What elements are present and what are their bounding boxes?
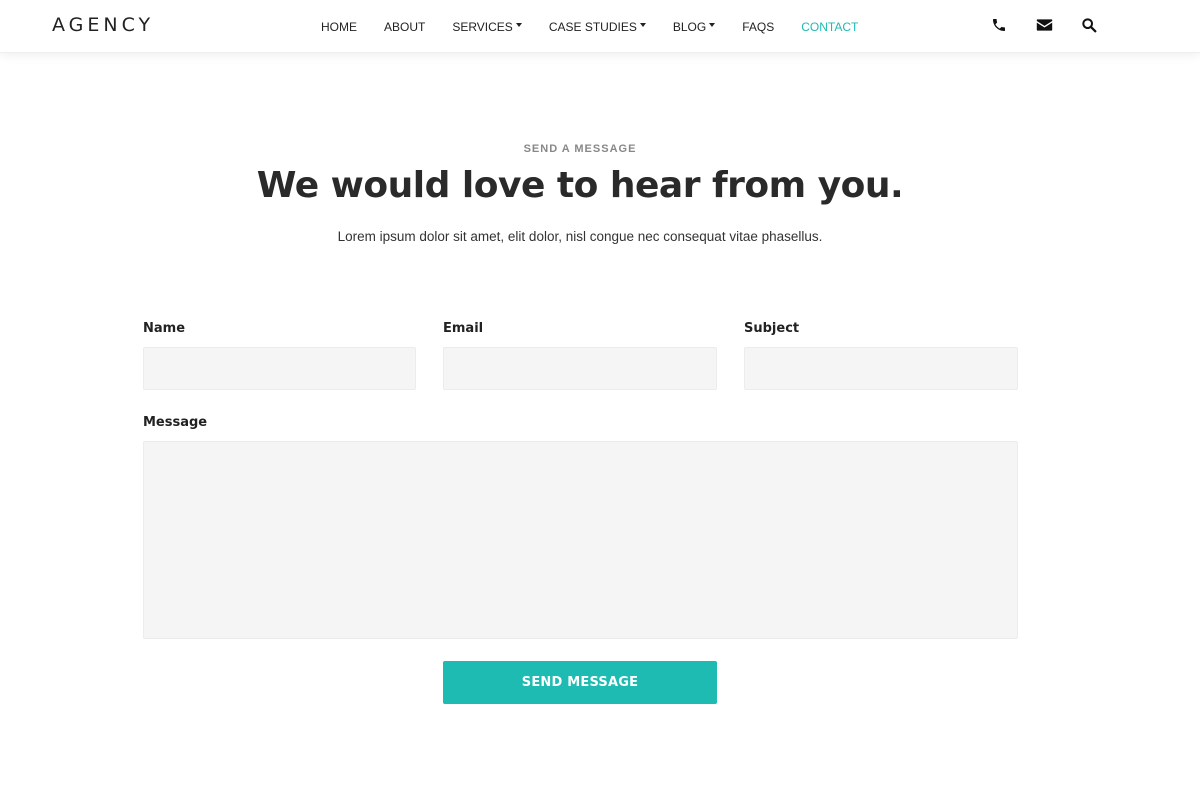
nav-item-label: SERVICES [452, 20, 513, 34]
page-subtitle: Lorem ipsum dolor sit amet, elit dolor, … [337, 229, 823, 244]
name-label: Name [143, 321, 186, 336]
subject-input[interactable] [744, 347, 1018, 390]
top-navbar: AGENCY HOME ABOUT SERVICES CASE STUDIES … [0, 0, 1200, 53]
nav-item-label: FAQS [742, 20, 775, 34]
nav-item-services[interactable]: SERVICES [452, 20, 522, 34]
nav-item-blog[interactable]: BLOG [672, 20, 716, 34]
nav-item-label: HOME [321, 20, 357, 34]
email-input[interactable] [443, 347, 717, 390]
nav-item-faqs[interactable]: FAQS [742, 20, 774, 34]
phone-icon[interactable] [990, 16, 1008, 34]
nav-item-label: CONTACT [801, 20, 859, 34]
caret-down-icon [709, 23, 716, 27]
subject-label: Subject [744, 321, 800, 336]
nav-item-label: ABOUT [384, 20, 426, 34]
name-input[interactable] [143, 347, 416, 390]
main-nav: HOME ABOUT SERVICES CASE STUDIES BLOG FA… [321, 19, 885, 35]
caret-down-icon [639, 23, 646, 27]
nav-item-label: CASE STUDIES [548, 20, 637, 34]
nav-item-home[interactable]: HOME [321, 20, 357, 34]
email-label: Email [443, 321, 484, 336]
nav-item-case-studies[interactable]: CASE STUDIES [549, 20, 646, 34]
message-label: Message [143, 415, 208, 430]
section-eyebrow: SEND A MESSAGE [523, 143, 637, 155]
header-icons [990, 16, 1098, 34]
page-title: We would love to hear from you. [256, 165, 904, 206]
search-icon[interactable] [1080, 16, 1098, 34]
nav-item-label: BLOG [672, 20, 707, 34]
send-message-button[interactable]: SEND MESSAGE [443, 661, 717, 704]
nav-item-about[interactable]: ABOUT [384, 20, 425, 34]
nav-item-contact[interactable]: CONTACT [801, 20, 858, 34]
caret-down-icon [515, 23, 522, 27]
message-textarea[interactable] [143, 441, 1018, 639]
agency-logo[interactable]: AGENCY [52, 14, 154, 36]
envelope-icon[interactable] [1035, 16, 1053, 34]
